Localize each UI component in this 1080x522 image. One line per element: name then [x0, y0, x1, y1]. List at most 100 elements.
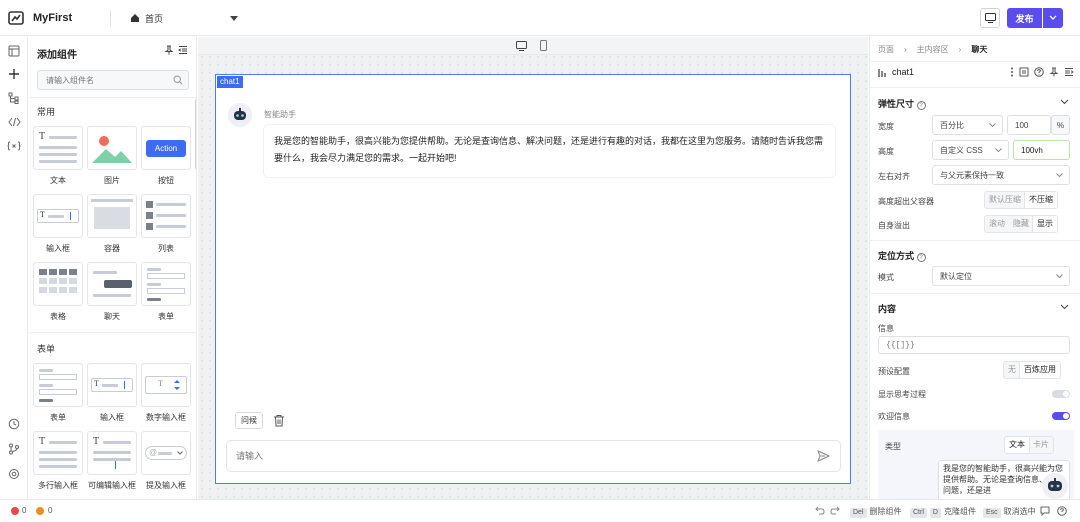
width-input[interactable]: 100: [1007, 115, 1051, 135]
page-selector[interactable]: 首页: [130, 9, 238, 27]
component-search-input[interactable]: [38, 71, 158, 89]
mobile-view-icon[interactable]: [540, 40, 547, 51]
collapse-panel-icon[interactable]: [1064, 67, 1074, 77]
align-select[interactable]: 与父元素保持一致: [932, 165, 1070, 185]
component-label: 表格: [50, 312, 66, 321]
preset-option-selected[interactable]: 百炼应用: [1020, 362, 1060, 378]
component-label: 文本: [50, 176, 66, 185]
component-search: [37, 70, 189, 90]
pin-icon[interactable]: [1049, 67, 1059, 77]
component-form[interactable]: 表单: [141, 262, 191, 322]
desktop-view-icon[interactable]: [516, 41, 527, 51]
breadcrumb-item[interactable]: 主内容区: [917, 44, 949, 55]
preset-option[interactable]: 无: [1004, 362, 1020, 378]
type-toggle: 文本 卡片: [1004, 436, 1054, 454]
publish-button[interactable]: 发布: [1007, 8, 1042, 28]
chat-component-frame[interactable]: chat1 智能助手 我是您的智能助手，很高兴能为您提供帮助。无论是查询信息、解…: [215, 74, 851, 484]
suggestion-chip[interactable]: 问候: [235, 412, 263, 429]
publish-dropdown-button[interactable]: [1043, 8, 1063, 28]
tree-icon[interactable]: [7, 91, 21, 105]
component-name[interactable]: chat1: [892, 67, 1010, 77]
component-input2[interactable]: T 输入框: [87, 363, 137, 423]
mode-select[interactable]: 默认定位: [932, 266, 1070, 286]
app-title: MyFirst: [33, 12, 73, 24]
settings-icon[interactable]: [7, 467, 21, 481]
component-button[interactable]: Action 按钮: [141, 126, 191, 186]
variables-icon[interactable]: [7, 139, 21, 153]
type-option[interactable]: 卡片: [1029, 437, 1053, 453]
chevron-down-icon: [989, 123, 996, 127]
component-image[interactable]: 图片: [87, 126, 137, 186]
self-overflow-option-selected[interactable]: 显示: [1033, 216, 1057, 232]
breadcrumb-item[interactable]: 页面: [878, 44, 894, 55]
overflow-option[interactable]: 默认压缩: [985, 192, 1025, 208]
chevron-down-icon[interactable]: [1060, 304, 1069, 310]
warning-count: 0: [48, 506, 53, 515]
pin-icon[interactable]: [164, 45, 174, 55]
warning-icon[interactable]: [36, 507, 44, 515]
height-mode-select[interactable]: 自定义 CSS: [932, 140, 1009, 160]
trash-icon[interactable]: [273, 414, 285, 427]
preset-toggle: 无 百炼应用: [1003, 361, 1061, 379]
self-overflow-option[interactable]: 隐藏: [1009, 216, 1033, 232]
component-input[interactable]: T 输入框: [33, 194, 83, 254]
help-icon[interactable]: [1057, 506, 1067, 516]
self-overflow-label: 自身溢出: [878, 221, 910, 230]
doc-icon[interactable]: [1019, 67, 1029, 77]
bot-assistant-icon[interactable]: [1042, 473, 1068, 499]
key-badge: D: [929, 508, 941, 518]
type-option-selected[interactable]: 文本: [1005, 437, 1029, 453]
branch-icon[interactable]: [7, 442, 21, 456]
component-form2[interactable]: 表单: [33, 363, 83, 423]
preview-device-button[interactable]: [980, 8, 1000, 28]
component-thumb: T: [87, 363, 137, 407]
component-list[interactable]: 列表: [141, 194, 191, 254]
component-textarea[interactable]: T 多行输入框: [33, 431, 83, 491]
component-chat[interactable]: 聊天: [87, 262, 137, 322]
chat-input[interactable]: [227, 441, 787, 471]
key-badge: Del: [850, 508, 867, 518]
error-icon[interactable]: [11, 507, 19, 515]
undo-icon[interactable]: [815, 506, 825, 515]
thinking-toggle[interactable]: [1052, 390, 1070, 398]
info-input[interactable]: {{[]}}: [878, 336, 1070, 354]
collapse-panel-icon[interactable]: [178, 45, 188, 55]
component-panel: 添加组件 常用 T 文本 图片 Action 按钮: [29, 37, 197, 499]
chat-icon[interactable]: [1040, 506, 1050, 516]
design-canvas[interactable]: chat1 智能助手 我是您的智能助手，很高兴能为您提供帮助。无论是查询信息、解…: [198, 37, 868, 499]
welcome-toggle[interactable]: [1052, 412, 1070, 420]
component-label: 聊天: [104, 312, 120, 321]
component-container[interactable]: 容器: [87, 194, 137, 254]
component-number-input[interactable]: T 数字输入框: [141, 363, 191, 423]
app-logo-icon: [8, 11, 24, 25]
add-component-icon[interactable]: [7, 67, 21, 81]
pages-icon[interactable]: [7, 44, 21, 58]
component-thumb: T: [33, 431, 83, 475]
deselect-hint: Esc 取消选中: [983, 506, 1036, 518]
bot-avatar-icon: [228, 103, 252, 127]
type-label: 类型: [885, 442, 901, 451]
more-icon[interactable]: [1010, 67, 1014, 77]
width-unit-select[interactable]: 百分比: [932, 115, 1003, 135]
history-icon[interactable]: [7, 417, 21, 431]
component-label: 可编辑输入框: [88, 481, 136, 490]
overflow-option-selected[interactable]: 不压缩: [1025, 192, 1057, 208]
component-text[interactable]: T 文本: [33, 126, 83, 186]
component-mention-input[interactable]: @ 提及输入框: [141, 431, 191, 491]
height-css-input[interactable]: 100vh: [1013, 140, 1070, 160]
help-icon[interactable]: [1034, 67, 1044, 77]
panel-scrollbar[interactable]: [195, 99, 196, 169]
component-table[interactable]: 表格: [33, 262, 83, 322]
self-overflow-option[interactable]: 滚动: [985, 216, 1009, 232]
send-icon[interactable]: [817, 450, 830, 462]
frame-tag: chat1: [217, 76, 243, 88]
redo-icon[interactable]: [830, 506, 840, 515]
search-icon: [173, 75, 183, 85]
breadcrumb: 页面 › 主内容区 › 聊天: [878, 44, 987, 55]
chevron-down-icon[interactable]: [1060, 99, 1069, 105]
code-icon[interactable]: [7, 115, 21, 129]
error-count: 0: [22, 506, 27, 515]
overflow-label: 高度超出父容器: [878, 197, 934, 206]
component-thumb: [141, 194, 191, 238]
component-editable-input[interactable]: T 可编辑输入框: [87, 431, 137, 491]
